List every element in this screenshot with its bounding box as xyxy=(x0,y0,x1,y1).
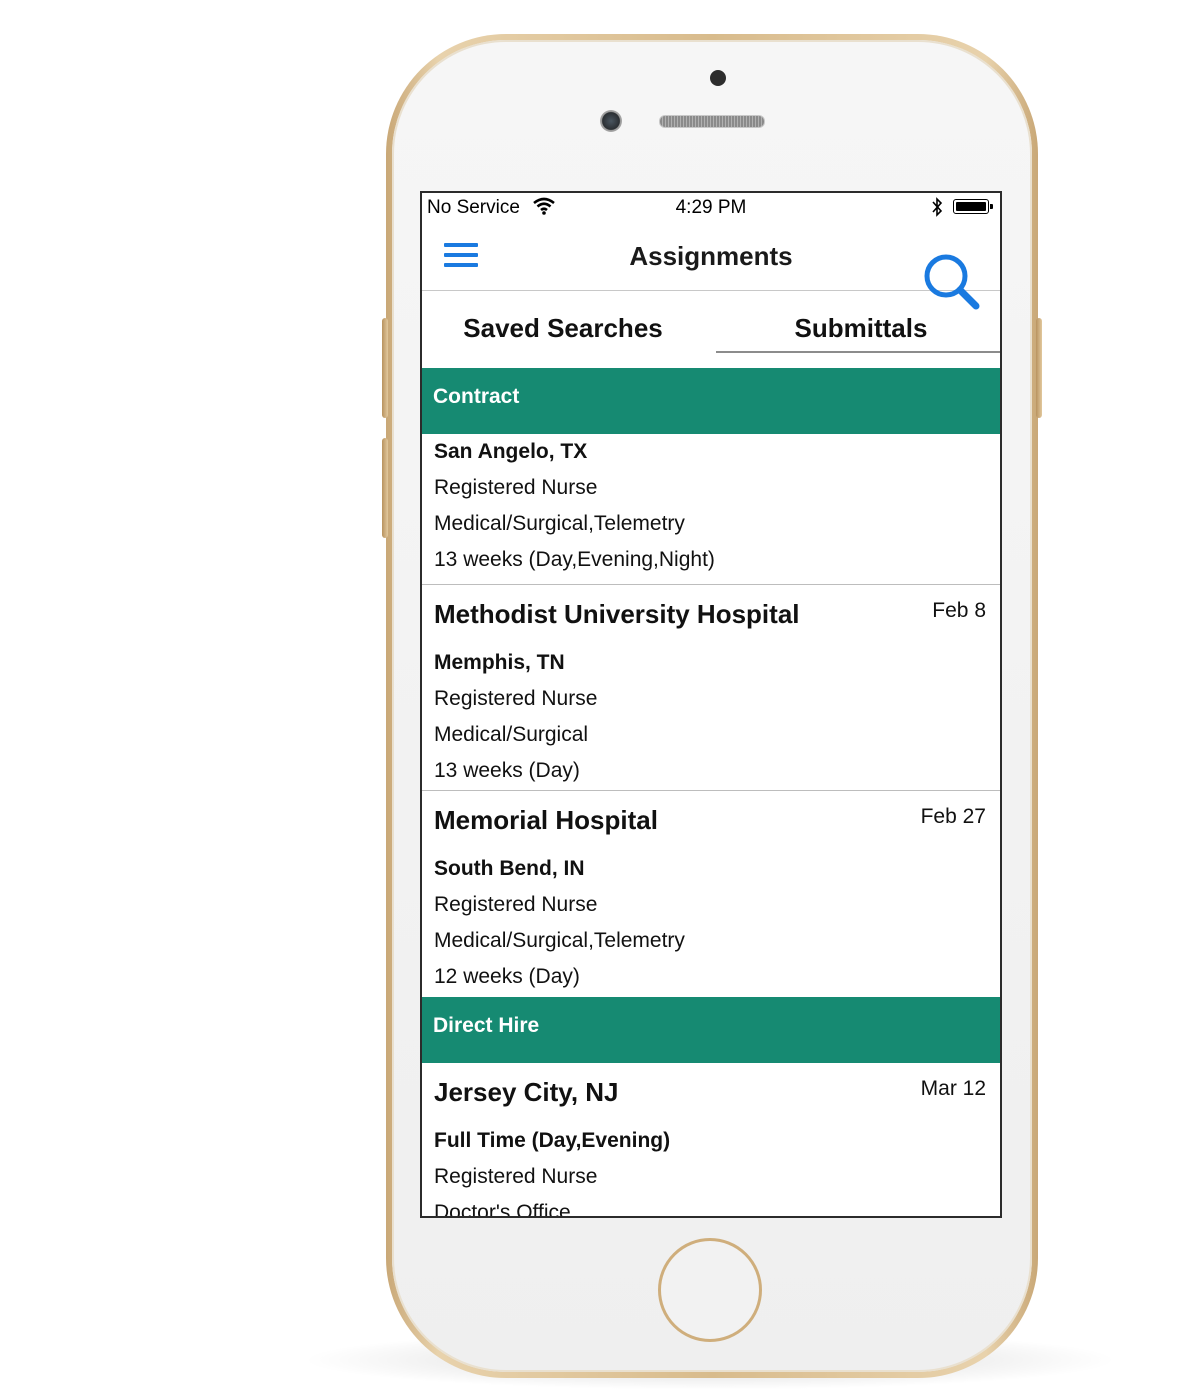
tab-submittals[interactable]: Submittals xyxy=(716,313,1000,344)
item-profession: Registered Nurse xyxy=(434,1165,598,1188)
home-button[interactable] xyxy=(658,1238,762,1342)
active-tab-indicator xyxy=(716,351,1000,353)
mute-switch xyxy=(382,318,388,418)
navigation-bar: Assignments xyxy=(422,221,1000,310)
status-time: 4:29 PM xyxy=(675,197,747,218)
app-screen: No Service 4:29 PM Assignments Saved Sea… xyxy=(420,191,1002,1218)
section-header-contract: Contract xyxy=(422,368,1000,434)
item-location: Memphis, TN xyxy=(434,651,565,674)
assignment-list: Contract San Angelo, TX Registered Nurse… xyxy=(422,368,1000,1218)
item-duration: 13 weeks (Day,Evening,Night) xyxy=(434,548,715,571)
item-profession: Registered Nurse xyxy=(434,687,598,710)
battery-icon xyxy=(953,199,993,214)
earpiece-speaker xyxy=(659,115,765,128)
section-header-direct-hire: Direct Hire xyxy=(422,997,1000,1063)
page-title: Assignments xyxy=(629,241,793,271)
item-title: Memorial Hospital xyxy=(434,805,658,835)
sensor-dot xyxy=(710,70,726,86)
front-camera-icon xyxy=(600,110,622,132)
volume-button xyxy=(382,438,388,538)
list-item[interactable]: Methodist University Hospital Feb 8 Memp… xyxy=(422,585,1000,791)
item-title: Jersey City, NJ xyxy=(434,1077,619,1107)
item-date: Mar 12 xyxy=(920,1077,986,1100)
item-specialty: Medical/Surgical xyxy=(434,723,589,746)
item-location: South Bend, IN xyxy=(434,857,585,880)
item-facility-type: Doctor's Office xyxy=(434,1201,571,1218)
power-button xyxy=(1036,318,1042,418)
item-duration: 13 weeks (Day) xyxy=(434,759,580,782)
list-item[interactable]: Memorial Hospital Feb 27 South Bend, IN … xyxy=(422,791,1000,997)
item-date: Feb 27 xyxy=(920,805,986,828)
tab-saved-searches[interactable]: Saved Searches xyxy=(422,313,704,344)
tab-bar: Saved Searches Submittals xyxy=(422,291,1000,353)
item-specialty: Medical/Surgical,Telemetry xyxy=(434,929,685,952)
status-bar: No Service 4:29 PM xyxy=(422,193,1000,221)
item-specialty: Medical/Surgical,Telemetry xyxy=(434,512,685,535)
item-duration: 12 weeks (Day) xyxy=(434,965,580,988)
item-date: Feb 8 xyxy=(932,599,986,622)
item-schedule: Full Time (Day,Evening) xyxy=(434,1129,671,1152)
item-title: Methodist University Hospital xyxy=(434,599,800,629)
bluetooth-icon xyxy=(930,197,944,223)
item-location: San Angelo, TX xyxy=(434,440,588,463)
list-item[interactable]: Jersey City, NJ Mar 12 Full Time (Day,Ev… xyxy=(422,1063,1000,1218)
item-profession: Registered Nurse xyxy=(434,893,598,916)
item-profession: Registered Nurse xyxy=(434,476,598,499)
list-item[interactable]: San Angelo, TX Registered Nurse Medical/… xyxy=(422,434,1000,585)
